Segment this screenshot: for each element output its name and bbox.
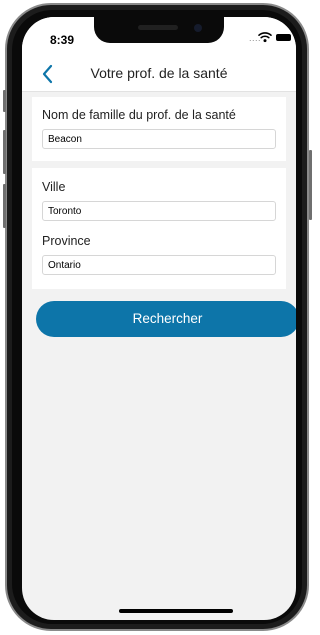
wifi-icon [258, 32, 272, 43]
volume-down-button [3, 184, 6, 228]
home-indicator[interactable] [119, 609, 233, 613]
front-camera [194, 24, 202, 32]
screen: 8:39 .... Votre prof. de la santé Nom de… [22, 17, 296, 620]
volume-up-button [3, 130, 6, 174]
silent-switch [3, 90, 6, 112]
power-button [309, 150, 312, 220]
province-label: Province [42, 234, 91, 248]
page-title: Votre prof. de la santé [90, 65, 228, 81]
search-button[interactable]: Rechercher [36, 301, 296, 337]
name-card: Nom de famille du prof. de la santé Beac… [32, 97, 286, 161]
status-time: 8:39 [50, 33, 75, 47]
province-input[interactable]: Ontario [42, 255, 276, 275]
speaker-grille [138, 25, 178, 30]
location-card: Ville Toronto Province Ontario [32, 168, 286, 289]
battery-icon [276, 34, 291, 41]
last-name-input[interactable]: Beacon [42, 129, 276, 149]
last-name-label: Nom de famille du prof. de la santé [42, 108, 236, 122]
city-label: Ville [42, 180, 66, 194]
city-input[interactable]: Toronto [42, 201, 276, 221]
notch [94, 17, 224, 43]
nav-bar: Votre prof. de la santé [22, 57, 296, 92]
